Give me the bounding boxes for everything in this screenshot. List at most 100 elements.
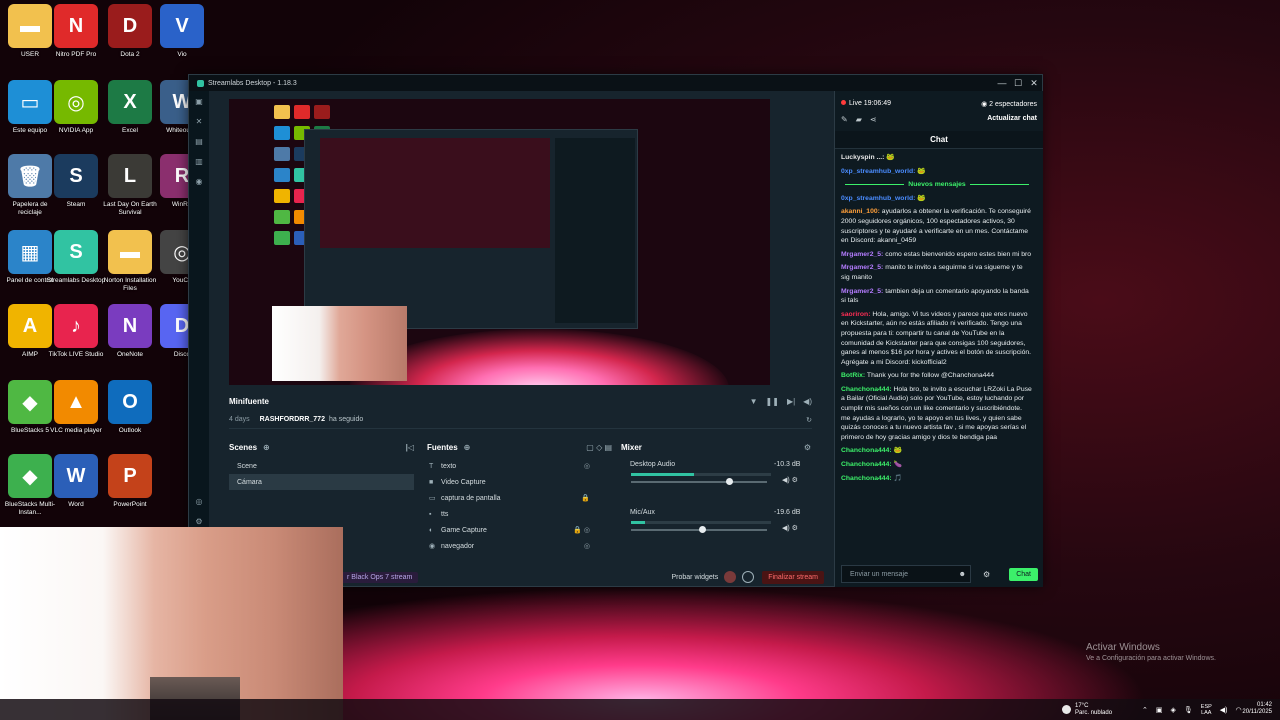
close-button[interactable]: ✕ xyxy=(1026,78,1042,89)
volume-slider-knob[interactable] xyxy=(725,478,733,485)
desktop-icon[interactable]: ▲ VLC media player xyxy=(46,380,106,435)
chat-send-button[interactable]: Chat xyxy=(1009,567,1038,581)
chat-username[interactable]: Chanchona444: xyxy=(841,447,892,454)
chat-username[interactable]: 0xp_streamhub_world: xyxy=(841,195,915,202)
desktop-icon-label: Norton Installation Files xyxy=(103,277,157,292)
nested-preview xyxy=(320,138,550,248)
lock-icon[interactable]: 🔒 xyxy=(581,494,596,502)
language-indicator[interactable]: ESP LAA xyxy=(1201,704,1212,716)
desktop-icon[interactable]: ♪ TikTok LIVE Studio xyxy=(46,304,106,359)
lock-visibility-icons[interactable]: 🔒 ◎ xyxy=(573,526,596,534)
desktop-icon[interactable]: O Outlook xyxy=(100,380,160,435)
clock[interactable]: 01:42 20/11/2025 xyxy=(1242,702,1272,716)
network-icon[interactable]: ▣ xyxy=(1156,706,1163,714)
source-item[interactable]: ▭ captura de pantalla 🔒 xyxy=(421,490,596,506)
stream-preview[interactable] xyxy=(229,99,770,385)
desktop-icon-label: PowerPoint xyxy=(113,501,147,508)
desktop-icon[interactable]: S Streamlabs Desktop xyxy=(46,230,106,285)
minifuente-controls: ▼ ❚❚ ▶| ◀) xyxy=(750,397,812,406)
edit-icon[interactable]: ✎ xyxy=(841,115,848,124)
volume-slider[interactable] xyxy=(631,478,767,485)
maximize-button[interactable]: ☐ xyxy=(1010,78,1026,89)
desktop-icon[interactable]: N OneNote xyxy=(100,304,160,359)
chevron-up-icon[interactable]: ⌃ xyxy=(1142,706,1148,714)
visibility-icon[interactable]: ◎ xyxy=(584,542,596,550)
mute-settings-icon[interactable]: ◀) ⚙ xyxy=(782,476,798,484)
activate-windows-subtitle: Ve a Configuración para activar Windows. xyxy=(1086,655,1216,662)
studio-mode-icon[interactable]: ◎ xyxy=(189,491,209,511)
live-time: Live 19:06:49 xyxy=(849,100,892,107)
chat-username[interactable]: 0xp_streamhub_world: xyxy=(841,168,915,175)
replay-buffer-button[interactable] xyxy=(742,571,755,583)
desktop-icon[interactable]: L Last Day On Earth Survival xyxy=(100,154,160,217)
desktop-icon[interactable]: N Nitro PDF Pro xyxy=(46,4,106,59)
desktop-icon[interactable]: V Vio xyxy=(152,4,212,59)
chat-username[interactable]: BotRix: xyxy=(841,372,865,379)
mute-settings-icon[interactable]: ◀) ⚙ xyxy=(782,524,798,532)
share-icon[interactable]: ⋖ xyxy=(870,115,877,124)
desktop-icon[interactable]: X Excel xyxy=(100,80,160,135)
desktop-icon[interactable]: ▬ Norton Installation Files xyxy=(100,230,160,293)
chat-username[interactable]: Mrgamer2_5: xyxy=(841,264,883,271)
source-item[interactable]: ◐ Game Capture 🔒 ◎ xyxy=(421,522,596,538)
volume-slider[interactable] xyxy=(631,526,767,533)
store-icon[interactable]: ▤ xyxy=(189,131,209,151)
source-item[interactable]: ■ Video Capture xyxy=(421,474,596,490)
chat-username[interactable]: Mrgamer2_5: xyxy=(841,288,883,295)
add-source-icon[interactable]: ⊕ xyxy=(464,443,471,452)
scene-item-selected[interactable]: Cámara xyxy=(229,474,414,490)
end-stream-button[interactable]: Finalizar stream xyxy=(762,570,824,584)
desktop-icon[interactable]: S Steam xyxy=(46,154,106,209)
settings-nav-icon[interactable]: ◉ xyxy=(189,171,209,191)
app-icon: ♪ xyxy=(54,304,98,348)
add-scene-icon[interactable]: ⊕ xyxy=(263,443,270,452)
speaker-icon[interactable]: ◀) xyxy=(1220,706,1228,714)
chat-username[interactable]: akanni_100: xyxy=(841,208,880,215)
scene-item[interactable]: Scene xyxy=(229,458,414,474)
volume-slider-knob[interactable] xyxy=(698,526,706,533)
chat-username[interactable]: Luckyspin ...: xyxy=(841,154,884,161)
skip-icon[interactable]: ▶| xyxy=(787,397,795,406)
layout-icon[interactable]: ▥ xyxy=(189,151,209,171)
chat-input[interactable]: Enviar un mensaje ☻ xyxy=(841,565,971,583)
app-icon: N xyxy=(54,4,98,48)
update-chat-button[interactable]: Actualizar chat xyxy=(987,115,1037,122)
editor-icon[interactable]: ▣ xyxy=(189,91,209,111)
repeat-icon[interactable]: ↻ xyxy=(806,416,812,424)
record-button[interactable] xyxy=(724,571,737,583)
desktop-icon[interactable]: ◎ NVIDIA App xyxy=(46,80,106,135)
source-tools-icon[interactable]: ▢ ◇ ▤ xyxy=(586,443,612,452)
weather-widget[interactable]: 17°C Parc. nublado xyxy=(1062,699,1112,720)
chat-username[interactable]: Mrgamer2_5: xyxy=(841,251,883,258)
shield-icon[interactable]: ◈ xyxy=(1171,706,1176,714)
event-user[interactable]: RASHFORDRR_772 xyxy=(260,416,325,423)
chat-username[interactable]: Chanchona444: xyxy=(841,475,892,482)
folder-icon[interactable]: ▰ xyxy=(856,115,862,124)
desktop-icon[interactable]: W Word xyxy=(46,454,106,509)
pause-icon[interactable]: ❚❚ xyxy=(766,397,779,406)
chat-username[interactable]: saoriron: xyxy=(841,311,870,318)
source-label: Game Capture xyxy=(441,526,487,534)
test-widgets-button[interactable]: Probar widgets xyxy=(672,574,719,581)
mic-icon[interactable]: 🎙 xyxy=(1184,706,1193,714)
mixer-settings-icon[interactable]: ⚙ xyxy=(804,443,811,452)
source-item[interactable]: Ttexto ◎ xyxy=(421,458,596,474)
chat-message: akanni_100: ayudarlos a obtener la verif… xyxy=(841,207,1033,245)
clock-time: 01:42 xyxy=(1256,702,1272,708)
source-item[interactable]: ◉ navegador ◎ xyxy=(421,538,596,554)
minimize-button[interactable]: — xyxy=(994,78,1010,89)
visibility-icon[interactable]: ◎ xyxy=(584,462,596,470)
wifi-icon[interactable]: ◠ xyxy=(1236,706,1242,714)
desktop-icon[interactable]: D Dota 2 xyxy=(100,4,160,59)
tools-icon[interactable]: ✕ xyxy=(189,111,209,131)
chat-username[interactable]: Chanchona444: xyxy=(841,386,892,393)
chat-settings-icon[interactable]: ⚙ xyxy=(983,570,990,579)
stream-title-badge[interactable]: r Black Ops 7 stream xyxy=(341,571,419,583)
volume-icon[interactable]: ◀) xyxy=(803,397,812,406)
source-item[interactable]: ▪ tts xyxy=(421,506,596,522)
chat-username[interactable]: Chanchona444: xyxy=(841,461,892,468)
emoji-icon[interactable]: ☻ xyxy=(959,571,966,578)
desktop-icon[interactable]: P PowerPoint xyxy=(100,454,160,509)
filter-icon[interactable]: ▼ xyxy=(750,397,758,406)
scene-transitions-icon[interactable]: |◁ xyxy=(406,443,414,452)
